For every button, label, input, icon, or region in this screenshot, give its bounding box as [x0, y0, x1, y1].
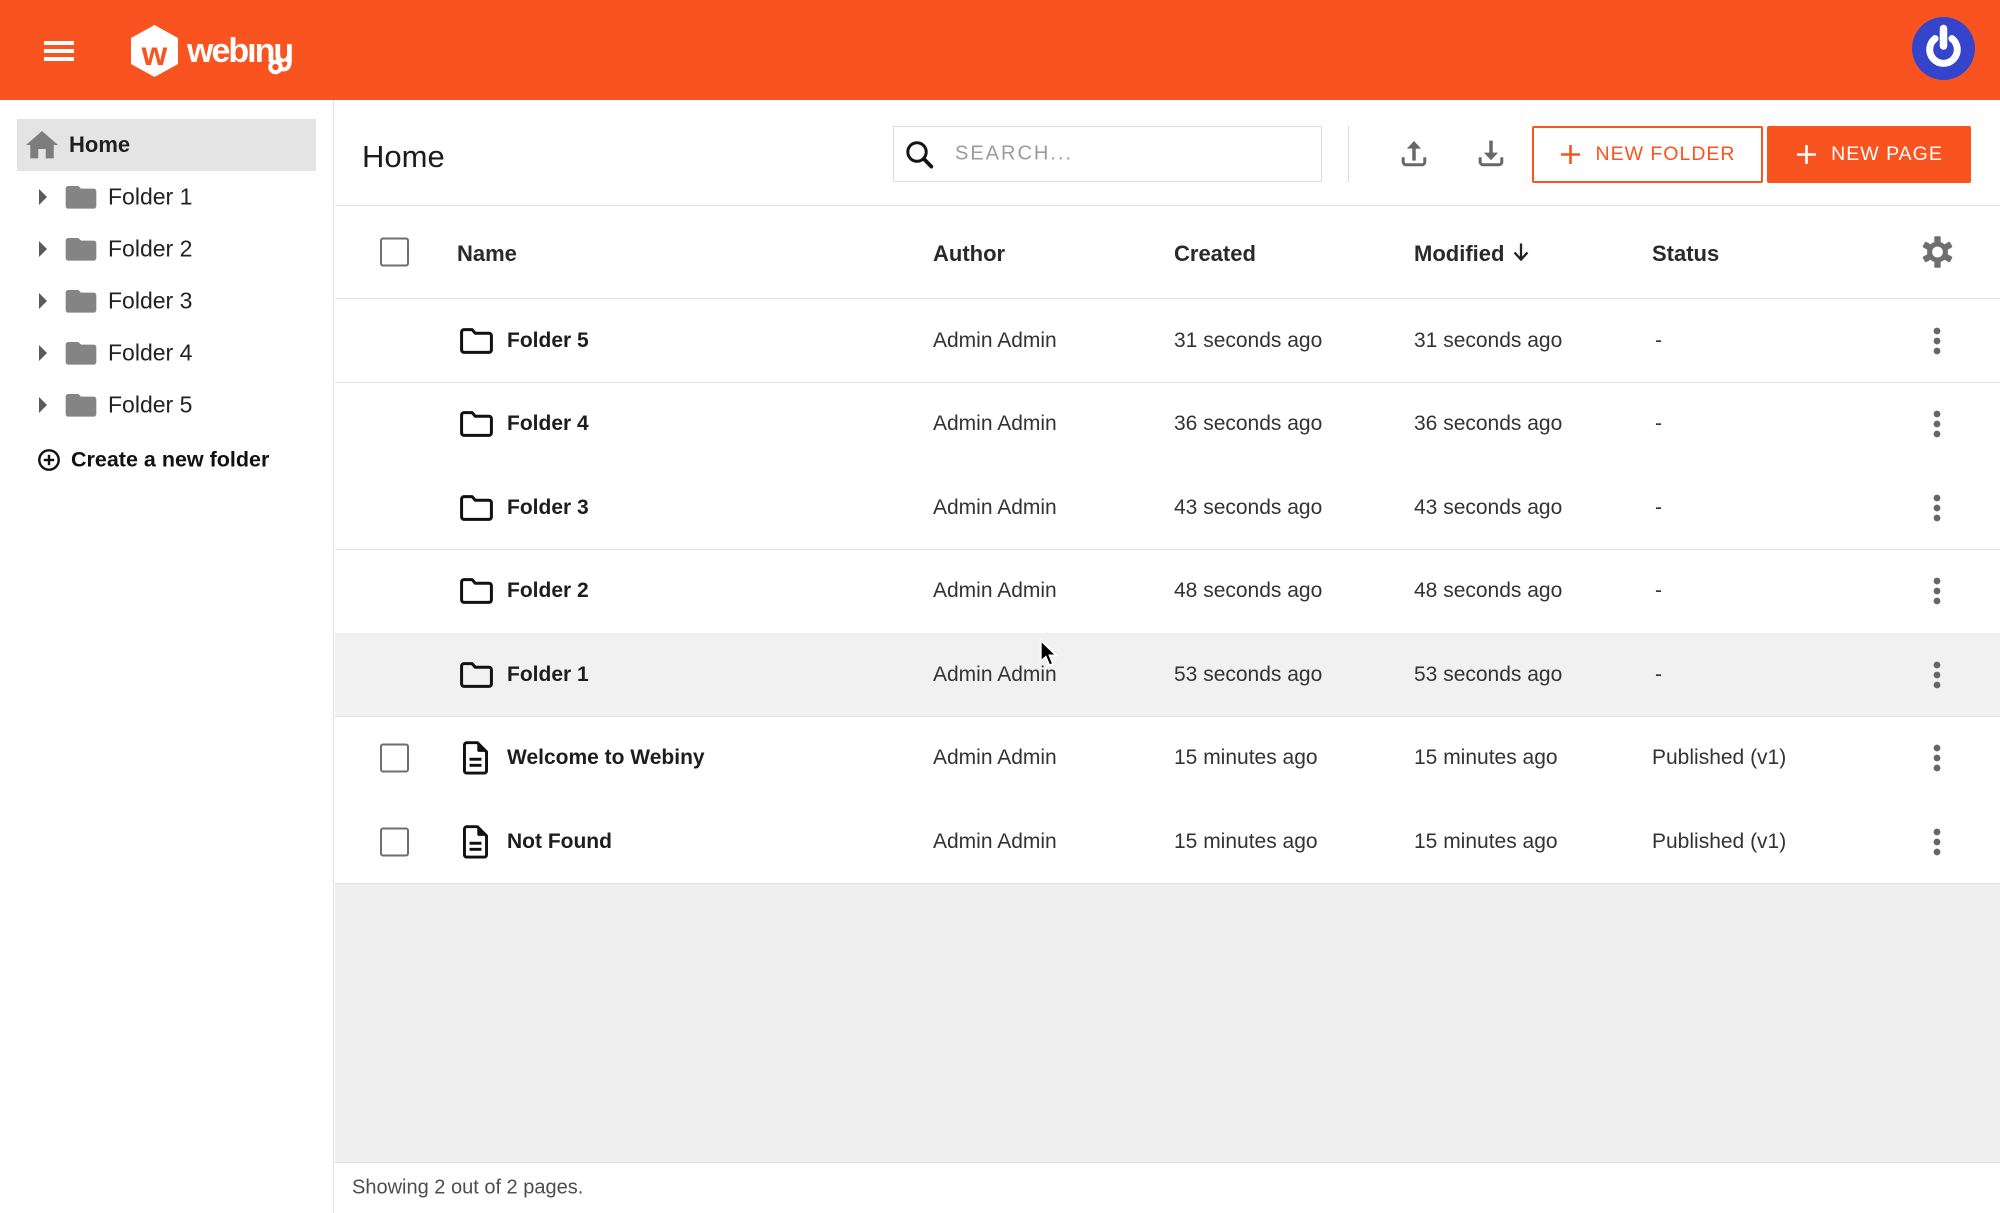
svg-text:w: w — [141, 35, 168, 72]
